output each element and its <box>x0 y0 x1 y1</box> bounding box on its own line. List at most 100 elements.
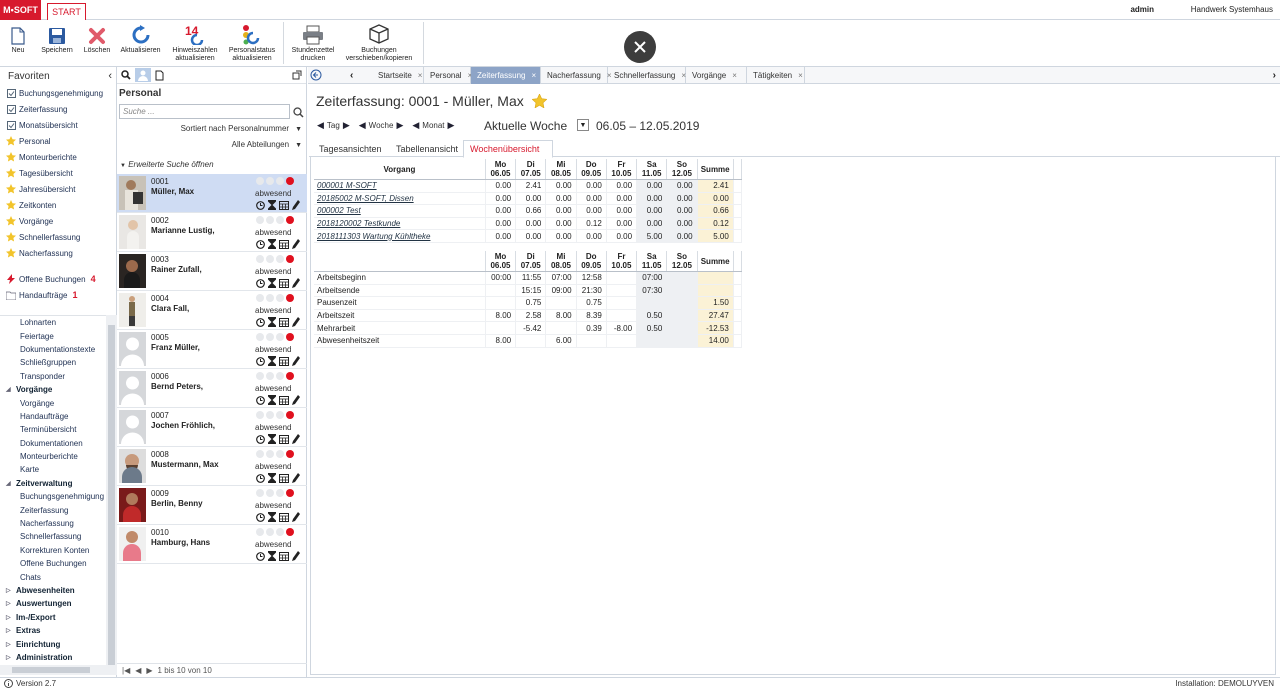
hourglass-icon[interactable] <box>268 239 276 251</box>
pencil-icon[interactable] <box>292 473 300 485</box>
personnel-row[interactable]: 0002 Marianne Lustig, abwesend <box>117 213 307 252</box>
value-cell[interactable]: -8.00 <box>606 321 638 335</box>
personnel-row[interactable]: 0007 Jochen Fröhlich, abwesend <box>117 408 307 447</box>
value-cell[interactable]: 6.00 <box>545 334 577 348</box>
personnel-row[interactable]: 0001 Müller, Max abwesend <box>117 174 307 213</box>
value-cell[interactable]: 0.00 <box>666 229 698 243</box>
department-dropdown[interactable]: Alle Abteilungen ▼ <box>232 140 302 149</box>
hourglass-icon[interactable] <box>268 551 276 563</box>
tree-group[interactable]: ▷ Einrichtung <box>0 637 106 650</box>
value-cell[interactable]: 00:00 <box>485 271 517 285</box>
pencil-icon[interactable] <box>292 512 300 524</box>
value-cell[interactable]: 0.00 <box>545 229 577 243</box>
search-icon[interactable] <box>293 107 304 118</box>
calendar-icon[interactable] <box>279 551 289 563</box>
personnel-row[interactable]: 0005 Franz Müller, abwesend <box>117 330 307 369</box>
value-cell[interactable] <box>666 271 698 285</box>
move-bookings-button[interactable]: Buchungen verschieben/kopieren <box>343 23 415 63</box>
document-icon[interactable] <box>155 70 164 81</box>
vorgang-link[interactable]: 20185002 M-SOFT, Dissen <box>314 192 486 205</box>
value-cell[interactable]: 0.00 <box>485 192 517 205</box>
tree-item[interactable]: Transponder <box>0 370 106 383</box>
next-month-button[interactable]: ▶ <box>448 120 455 131</box>
value-cell[interactable]: 0.00 <box>545 204 577 218</box>
hourglass-icon[interactable] <box>268 434 276 446</box>
value-cell[interactable]: 0.12 <box>576 217 607 230</box>
person-view-tab[interactable] <box>135 68 151 82</box>
personnel-status-button[interactable]: Personalstatus aktualisieren <box>226 23 278 63</box>
value-cell[interactable] <box>606 309 638 322</box>
value-cell[interactable]: 0.00 <box>666 204 698 218</box>
calendar-icon[interactable] <box>279 200 289 212</box>
value-cell[interactable]: 0.50 <box>636 309 668 322</box>
value-cell[interactable]: 0.00 <box>606 204 638 218</box>
favorite-item[interactable]: Nacherfassung <box>0 245 116 261</box>
tree-item[interactable]: Zeiterfassung <box>0 503 106 516</box>
prev-month-button[interactable]: ◀ <box>412 120 419 131</box>
pencil-icon[interactable] <box>292 551 300 563</box>
search-icon[interactable] <box>121 70 131 80</box>
value-cell[interactable]: 09:00 <box>545 284 577 297</box>
tree-item[interactable]: Offene Buchungen <box>0 557 106 570</box>
favorite-item[interactable]: Zeiterfassung <box>0 101 116 117</box>
value-cell[interactable]: 8.00 <box>485 334 517 348</box>
pencil-icon[interactable] <box>292 239 300 251</box>
value-cell[interactable]: 0.00 <box>606 192 638 205</box>
tree-item[interactable]: Terminübersicht <box>0 423 106 436</box>
favorite-star-icon[interactable] <box>531 93 548 109</box>
pencil-icon[interactable] <box>292 395 300 407</box>
close-tab-icon[interactable]: × <box>531 71 536 80</box>
tree-item[interactable]: Schnellerfassung <box>0 530 106 543</box>
calendar-icon[interactable] <box>279 395 289 407</box>
hourglass-icon[interactable] <box>268 356 276 368</box>
value-cell[interactable]: 0.00 <box>636 179 668 193</box>
favorite-item[interactable]: Personal <box>0 133 116 149</box>
value-cell[interactable] <box>666 284 698 297</box>
personnel-search-input[interactable]: Suche ... <box>119 104 290 119</box>
popout-icon[interactable] <box>292 70 302 80</box>
value-cell[interactable]: 0.00 <box>636 204 668 218</box>
favorite-item[interactable]: Vorgänge <box>0 213 116 229</box>
tree-group[interactable]: ▷ Extras <box>0 624 106 637</box>
value-cell[interactable]: 0.00 <box>666 192 698 205</box>
clock-icon[interactable] <box>256 278 265 290</box>
tree-group[interactable]: ▷ Administration <box>0 651 106 664</box>
tree-item[interactable]: Dokumentationstexte <box>0 343 106 356</box>
value-cell[interactable]: 5.00 <box>636 229 668 243</box>
tree-group[interactable]: ▷ Abwesenheiten <box>0 584 106 597</box>
personnel-row[interactable]: 0008 Mustermann, Max abwesend <box>117 447 307 486</box>
print-timesheet-button[interactable]: Stundenzettel drucken <box>288 23 338 63</box>
value-cell[interactable]: 21:30 <box>576 284 607 297</box>
value-cell[interactable]: 2.41 <box>515 179 547 193</box>
value-cell[interactable] <box>606 334 638 348</box>
week-dropdown[interactable]: ▼ <box>577 119 589 131</box>
extended-search-toggle[interactable]: ▼ Erweiterte Suche öffnen <box>120 160 214 169</box>
prev-page-button[interactable]: ◀ <box>135 666 141 675</box>
value-cell[interactable] <box>606 271 638 285</box>
personnel-row[interactable]: 0004 Clara Fall, abwesend <box>117 291 307 330</box>
doc-tab[interactable]: Personal × <box>424 67 472 84</box>
value-cell[interactable] <box>666 296 698 310</box>
tree-scrollbar[interactable] <box>106 315 117 673</box>
clock-icon[interactable] <box>256 434 265 446</box>
tree-item[interactable]: Schließgruppen <box>0 356 106 369</box>
tree-group[interactable]: ◢ Vorgänge <box>0 383 106 396</box>
tree-group[interactable]: ▷ Im-/Export <box>0 611 106 624</box>
tree-item[interactable]: Monteurberichte <box>0 450 106 463</box>
value-cell[interactable]: 0.00 <box>636 217 668 230</box>
value-cell[interactable]: 0.50 <box>636 321 668 335</box>
value-cell[interactable]: 0.00 <box>606 229 638 243</box>
value-cell[interactable]: 0.39 <box>576 321 607 335</box>
value-cell[interactable]: 8.00 <box>545 309 577 322</box>
tabs-scroll-right[interactable]: › <box>1273 70 1276 81</box>
value-cell[interactable]: 0.00 <box>576 192 607 205</box>
pencil-icon[interactable] <box>292 317 300 329</box>
view-tab[interactable]: Tabellenansicht <box>390 140 460 157</box>
doc-tab[interactable]: Tätigkeiten × <box>747 67 805 84</box>
value-cell[interactable]: 0.00 <box>666 179 698 193</box>
value-cell[interactable]: 0.00 <box>636 192 668 205</box>
favorite-item[interactable]: Tagesübersicht <box>0 165 116 181</box>
doc-tab[interactable]: Nacherfassung × <box>541 67 611 84</box>
clock-icon[interactable] <box>256 317 265 329</box>
doc-tab[interactable]: Schnellerfassung × <box>608 67 686 84</box>
